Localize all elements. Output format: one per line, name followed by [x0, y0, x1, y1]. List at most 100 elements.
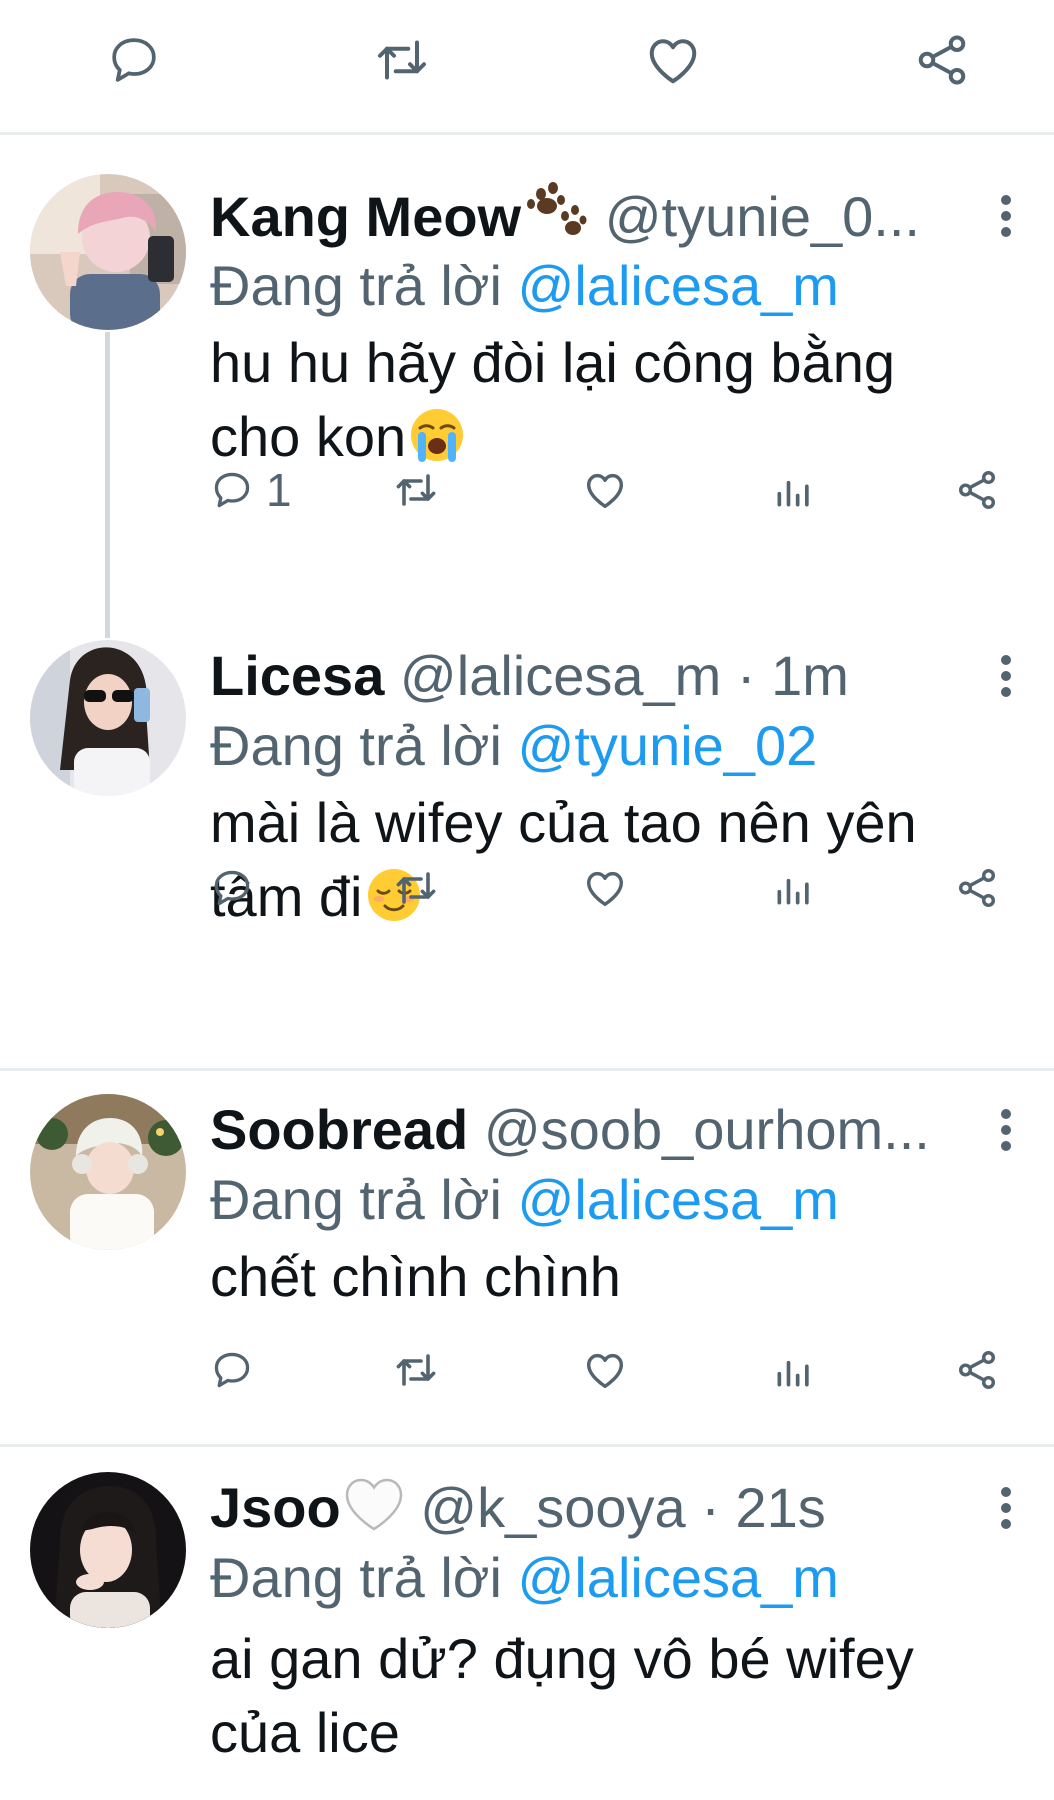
- analytics-button[interactable]: [772, 858, 816, 918]
- avatar[interactable]: [30, 640, 186, 796]
- analytics-button[interactable]: [772, 460, 816, 520]
- separator-dot: ·: [736, 644, 756, 707]
- tweet-text: chết chình chình: [210, 1240, 1014, 1314]
- retweet-button[interactable]: [392, 1340, 440, 1400]
- timestamp[interactable]: 21s: [735, 1476, 825, 1539]
- share-icon: [954, 865, 1000, 911]
- replying-to: Đang trả lời @lalicesa_m: [210, 1542, 839, 1614]
- like-button[interactable]: [582, 1340, 628, 1400]
- tweet-text: hu hu hãy đòi lại công bằng cho kon: [210, 326, 1014, 474]
- white-heart-icon: [343, 1477, 405, 1533]
- user-handle[interactable]: @k_sooya: [420, 1476, 685, 1539]
- retweet-icon: [392, 1346, 440, 1394]
- replying-to-handle[interactable]: @lalicesa_m: [518, 1168, 839, 1231]
- loudly-crying-face-icon: [408, 406, 466, 464]
- tweet-header: Jsoo @k_sooya · 21s: [210, 1472, 966, 1544]
- reply-button[interactable]: 1: [210, 460, 292, 520]
- more-options-button[interactable]: [986, 180, 1026, 252]
- reply-tweet[interactable]: Licesa @lalicesa_m · 1m Đang trả lời @ty…: [0, 640, 1054, 1070]
- tweet-text-segment: cho kon: [210, 405, 407, 468]
- share-button[interactable]: [954, 460, 1000, 520]
- reply-tweet[interactable]: Kang Meow @tyunie_0... Đang trả lời @lal…: [0, 160, 1054, 640]
- retweet-button[interactable]: [392, 460, 440, 520]
- reply-icon: [210, 1348, 254, 1392]
- tweet-text-line: chết chình chình: [210, 1245, 621, 1308]
- replying-prefix: Đang trả lời: [210, 714, 502, 777]
- share-button[interactable]: [954, 1340, 1000, 1400]
- more-vertical-icon: [999, 654, 1013, 698]
- share-icon: [954, 467, 1000, 513]
- tweet-text-line: mài là wifey của tao nên yên: [210, 791, 917, 854]
- user-handle[interactable]: @soob_ourhom...: [484, 1098, 930, 1161]
- more-vertical-icon: [999, 1486, 1013, 1530]
- tweet-text-line: hu hu hãy đòi lại công bằng: [210, 331, 895, 394]
- reply-action-bar: [210, 1340, 1010, 1400]
- like-icon: [643, 30, 703, 90]
- tweet-text-line: của lice: [210, 1701, 400, 1764]
- reply-icon: [210, 866, 254, 910]
- more-vertical-icon: [999, 194, 1013, 238]
- replying-prefix: Đang trả lời: [210, 1168, 502, 1231]
- replying-prefix: Đang trả lời: [210, 254, 502, 317]
- like-button[interactable]: [582, 460, 628, 520]
- reply-tweet[interactable]: Jsoo @k_sooya · 21s Đang trả lời @lalice…: [0, 1472, 1054, 1800]
- divider: [0, 132, 1054, 135]
- like-icon: [582, 1347, 628, 1393]
- more-options-button[interactable]: [986, 1094, 1026, 1166]
- share-button[interactable]: [954, 858, 1000, 918]
- share-button[interactable]: [914, 32, 970, 88]
- replying-to: Đang trả lời @tyunie_02: [210, 710, 817, 782]
- more-vertical-icon: [999, 1108, 1013, 1152]
- analytics-icon: [772, 468, 816, 512]
- avatar[interactable]: [30, 1094, 186, 1250]
- reply-button[interactable]: [106, 32, 162, 88]
- divider: [0, 1444, 1054, 1447]
- like-button[interactable]: [582, 858, 628, 918]
- more-options-button[interactable]: [986, 1472, 1026, 1544]
- share-icon: [912, 30, 972, 90]
- replying-to-handle[interactable]: @lalicesa_m: [518, 1546, 839, 1609]
- user-handle[interactable]: @lalicesa_m: [400, 644, 721, 707]
- display-name[interactable]: Kang Meow: [210, 185, 521, 248]
- retweet-button[interactable]: [374, 32, 430, 88]
- reply-tweet[interactable]: Soobread @soob_ourhom... Đang trả lời @l…: [0, 1094, 1054, 1446]
- avatar[interactable]: [30, 1472, 186, 1628]
- tweet-text: ai gan dử? đụng vô bé wifey của lice: [210, 1622, 1014, 1770]
- timestamp[interactable]: 1m: [771, 644, 849, 707]
- like-button[interactable]: [645, 32, 701, 88]
- tweet-header: Licesa @lalicesa_m · 1m: [210, 640, 966, 712]
- more-options-button[interactable]: [986, 640, 1026, 712]
- analytics-button[interactable]: [772, 1340, 816, 1400]
- replying-to: Đang trả lời @lalicesa_m: [210, 1164, 839, 1236]
- analytics-icon: [772, 866, 816, 910]
- replying-to-handle[interactable]: @tyunie_02: [518, 714, 818, 777]
- tweet-action-bar: [0, 0, 1054, 134]
- tweet-header: Soobread @soob_ourhom...: [210, 1094, 966, 1166]
- replying-to: Đang trả lời @lalicesa_m: [210, 250, 839, 322]
- retweet-icon: [392, 864, 440, 912]
- retweet-button[interactable]: [392, 858, 440, 918]
- reply-action-bar: [210, 858, 1010, 918]
- divider: [0, 1068, 1054, 1071]
- reply-count: 1: [266, 464, 292, 516]
- tweet-header: Kang Meow @tyunie_0...: [210, 180, 966, 253]
- replying-to-handle[interactable]: @lalicesa_m: [518, 254, 839, 317]
- like-icon: [582, 467, 628, 513]
- display-name[interactable]: Licesa: [210, 644, 384, 707]
- avatar[interactable]: [30, 174, 186, 330]
- reply-button[interactable]: [210, 1340, 254, 1400]
- retweet-icon: [372, 30, 432, 90]
- reply-icon: [106, 32, 162, 88]
- paw-prints-icon: [523, 180, 589, 240]
- display-name[interactable]: Soobread: [210, 1098, 468, 1161]
- reply-action-bar: 1: [210, 460, 1010, 520]
- display-name[interactable]: Jsoo: [210, 1476, 341, 1539]
- user-handle[interactable]: @tyunie_0...: [605, 185, 920, 248]
- separator-dot: ·: [701, 1476, 720, 1539]
- share-icon: [954, 1347, 1000, 1393]
- retweet-icon: [392, 466, 440, 514]
- replying-prefix: Đang trả lời: [210, 1546, 502, 1609]
- reply-button[interactable]: [210, 858, 254, 918]
- tweet-text-line: ai gan dử? đụng vô bé wifey: [210, 1627, 914, 1690]
- analytics-icon: [772, 1348, 816, 1392]
